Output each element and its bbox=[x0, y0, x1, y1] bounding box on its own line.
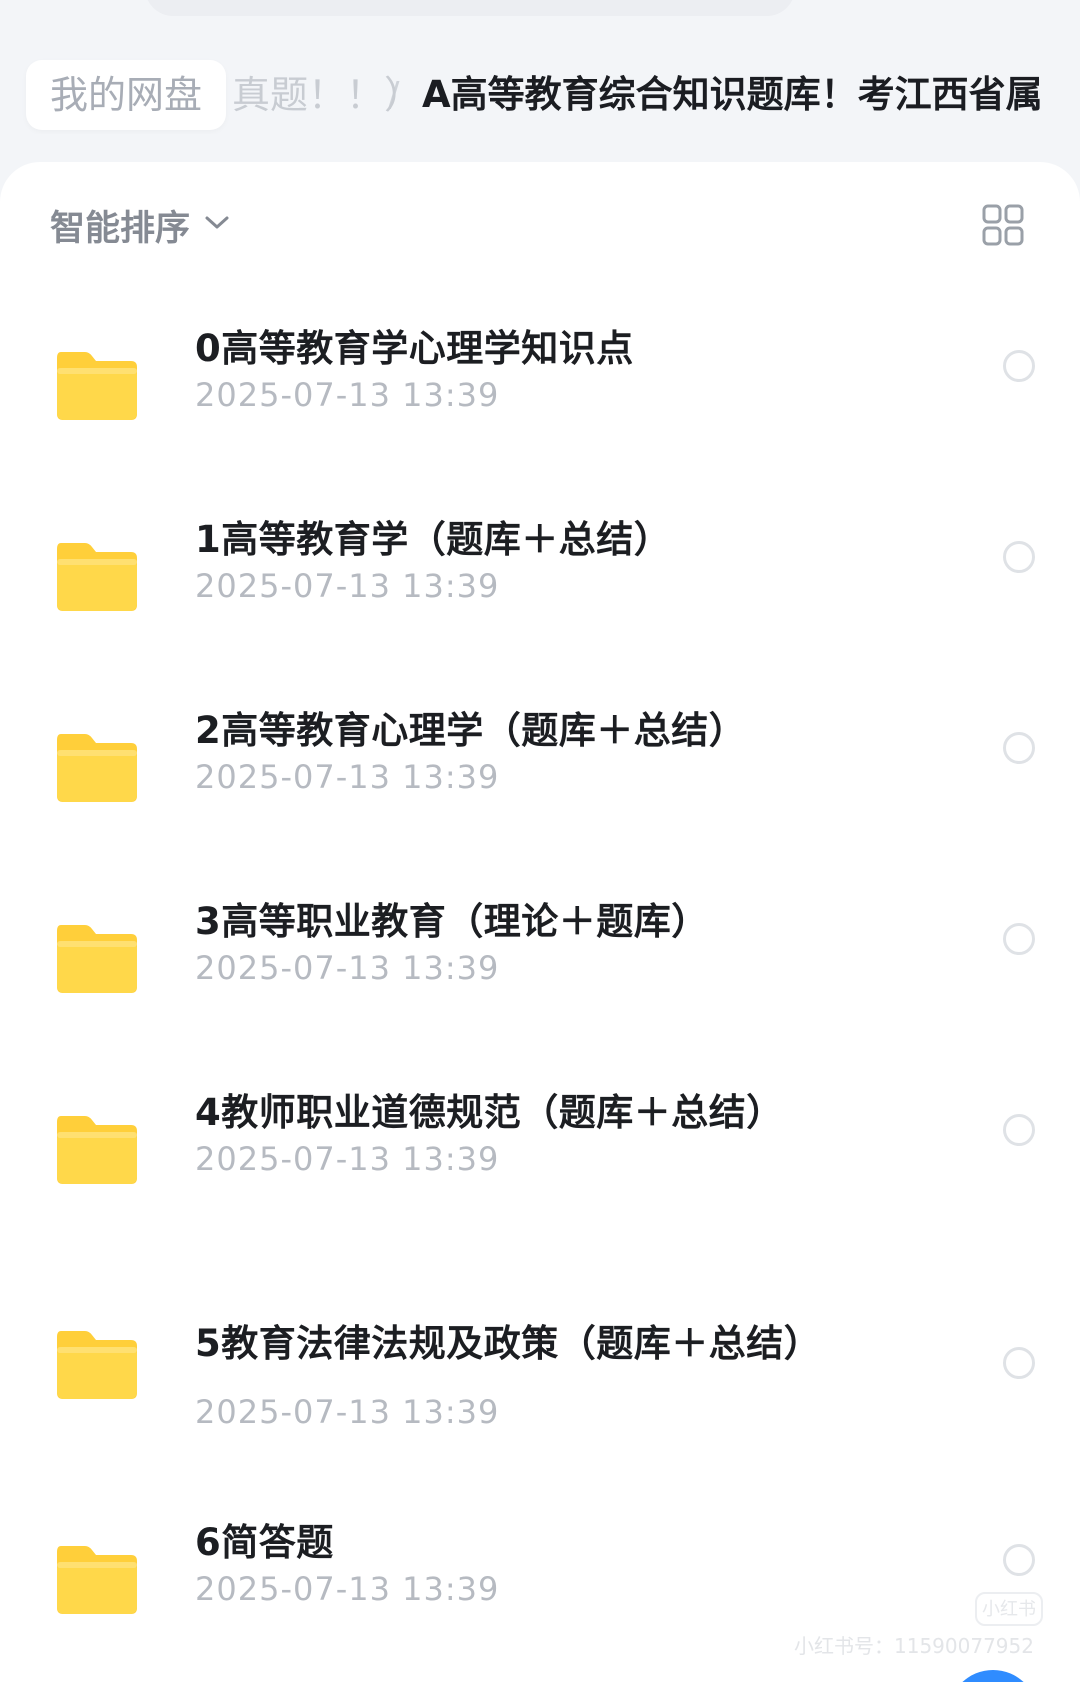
folder-icon bbox=[57, 543, 137, 611]
file-row[interactable]: 1高等教育学（题库＋总结） 2025-07-13 13:39 bbox=[0, 501, 1080, 691]
grid-view-icon[interactable] bbox=[982, 204, 1024, 246]
file-date: 2025-07-13 13:39 bbox=[195, 758, 500, 796]
select-radio[interactable] bbox=[1003, 350, 1035, 382]
folder-icon bbox=[57, 1546, 137, 1614]
file-name: 0高等教育学心理学知识点 bbox=[195, 327, 634, 370]
select-radio[interactable] bbox=[1003, 1347, 1035, 1379]
folder-icon bbox=[57, 734, 137, 802]
select-radio[interactable] bbox=[1003, 1544, 1035, 1576]
file-name: 6简答题 bbox=[195, 1521, 334, 1564]
folder-icon bbox=[57, 1331, 137, 1399]
select-radio[interactable] bbox=[1003, 732, 1035, 764]
file-row[interactable]: 3高等职业教育（理论＋题库） 2025-07-13 13:39 bbox=[0, 883, 1080, 1073]
file-name: 4教师职业道德规范（题库＋总结） bbox=[195, 1091, 784, 1134]
file-date: 2025-07-13 13:39 bbox=[195, 1570, 500, 1608]
file-name: 2高等教育心理学（题库＋总结） bbox=[195, 709, 747, 752]
breadcrumb: 我的网盘 真题！！） / A高等教育综合知识题库！考江西省属 bbox=[0, 54, 1080, 134]
file-name: 5教育法律法规及政策（题库＋总结） bbox=[195, 1322, 822, 1365]
file-row[interactable]: 0高等教育学心理学知识点 2025-07-13 13:39 bbox=[0, 310, 1080, 500]
select-radio[interactable] bbox=[1003, 923, 1035, 955]
file-date: 2025-07-13 13:39 bbox=[195, 1393, 500, 1431]
folder-icon bbox=[57, 925, 137, 993]
file-name: 3高等职业教育（理论＋题库） bbox=[195, 900, 709, 943]
breadcrumb-root-my-drive[interactable]: 我的网盘 bbox=[26, 60, 227, 130]
file-row[interactable]: 2高等教育心理学（题库＋总结） 2025-07-13 13:39 bbox=[0, 692, 1080, 882]
breadcrumb-current-folder: A高等教育综合知识题库！考江西省属 bbox=[422, 73, 1043, 116]
watermark-badge: 小红书 bbox=[975, 1592, 1043, 1626]
chevron-down-icon bbox=[205, 216, 229, 229]
file-date: 2025-07-13 13:39 bbox=[195, 567, 500, 605]
search-bar[interactable] bbox=[145, 0, 795, 16]
select-radio[interactable] bbox=[1003, 541, 1035, 573]
file-list-panel: 智能排序 0高等教育学心理学知识点 2025-07-13 13:39 1高等教育学（… bbox=[0, 162, 1080, 1682]
folder-icon bbox=[57, 1116, 137, 1184]
folder-icon bbox=[57, 352, 137, 420]
file-date: 2025-07-13 13:39 bbox=[195, 949, 500, 987]
file-date: 2025-07-13 13:39 bbox=[195, 376, 500, 414]
breadcrumb-parent-folder[interactable]: 真题！！） bbox=[232, 60, 422, 130]
sort-label: 智能排序 bbox=[50, 208, 191, 249]
file-row[interactable]: 4教师职业道德规范（题库＋总结） 2025-07-13 13:39 bbox=[0, 1074, 1080, 1264]
watermark-id-text: 小红书号：11590077952 bbox=[794, 1634, 1034, 1658]
sort-button[interactable]: 智能排序 bbox=[50, 200, 230, 250]
file-date: 2025-07-13 13:39 bbox=[195, 1140, 500, 1178]
app-screen: 我的网盘 真题！！） / A高等教育综合知识题库！考江西省属 智能排序 0高等教… bbox=[0, 0, 1080, 1682]
file-name: 1高等教育学（题库＋总结） bbox=[195, 518, 672, 561]
select-radio[interactable] bbox=[1003, 1114, 1035, 1146]
file-row[interactable]: 5教育法律法规及政策（题库＋总结） 2025-07-13 13:39 bbox=[0, 1289, 1080, 1479]
